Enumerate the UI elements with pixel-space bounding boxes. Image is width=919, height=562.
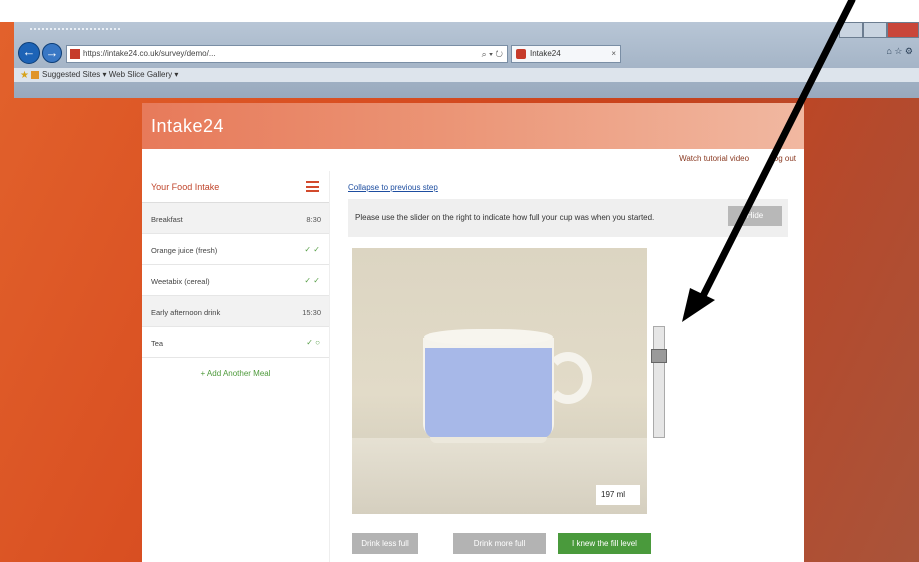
instruction-text: Please use the slider on the right to in… [355, 213, 655, 222]
meal-item-breakfast[interactable]: Breakfast 8:30 [142, 203, 329, 234]
instruction-box: Please use the slider on the right to in… [348, 199, 788, 237]
meal-name: Breakfast [151, 215, 183, 224]
tab-title: Intake24 [530, 49, 561, 58]
app-header: Intake24 [142, 103, 804, 149]
tab-close-icon[interactable]: × [611, 46, 616, 62]
tutorial-video-link[interactable]: Watch tutorial video [679, 154, 749, 163]
food-name: Tea [151, 339, 164, 348]
cup-fill-level [425, 348, 552, 438]
favorites-links[interactable]: Suggested Sites ▾ Web Slice Gallery ▾ [42, 70, 178, 79]
food-name: Weetabix (cereal) [151, 277, 210, 286]
logout-link[interactable]: Log out [769, 154, 796, 163]
drink-more-full-button[interactable]: Drink more full [453, 533, 546, 554]
portion-size-panel: Collapse to previous step Please use the… [348, 171, 788, 562]
slider-handle[interactable] [651, 349, 667, 363]
site-favicon [70, 49, 80, 59]
food-item-tea[interactable]: Tea ✓ ○ [142, 327, 329, 358]
food-item-weetabix[interactable]: Weetabix (cereal) ✓ ✓ [142, 265, 329, 296]
volume-readout: 197 ml [596, 485, 640, 505]
browser-tools-icons[interactable]: ⌂ ☆ ⚙ [886, 46, 913, 57]
meal-time: 15:30 [302, 308, 321, 317]
tab-favicon [516, 49, 526, 59]
search-refresh-icon[interactable]: ⌕ ▾ ↻ [482, 46, 503, 62]
fill-level-slider[interactable] [651, 326, 667, 438]
title-bar [14, 22, 919, 40]
sidebar-title: Your Food Intake [151, 182, 220, 192]
cup-rim [424, 329, 553, 345]
address-row: ← → https://intake24.co.uk/survey/demo/.… [14, 40, 919, 68]
meal-name: Early afternoon drink [151, 308, 221, 317]
window-controls [839, 22, 919, 38]
back-button[interactable]: ← [18, 42, 40, 64]
in-progress-icon: ✓ ○ [306, 338, 320, 347]
drink-less-full-button[interactable]: Drink less full [352, 533, 418, 554]
food-intake-sidebar: Your Food Intake Breakfast 8:30 Orange j… [142, 171, 330, 562]
title-bar-grip [30, 28, 120, 32]
favorites-bar: ★ Suggested Sites ▾ Web Slice Gallery ▾ [14, 68, 919, 82]
food-name: Orange juice (fresh) [151, 246, 218, 255]
completed-check-icon: ✓ ✓ [304, 245, 320, 254]
sidebar-header: Your Food Intake [142, 171, 329, 203]
browser-chrome: ← → https://intake24.co.uk/survey/demo/.… [14, 22, 919, 98]
completed-check-icon: ✓ ✓ [304, 276, 320, 285]
top-margin [0, 0, 919, 22]
suggested-sites-icon [31, 71, 39, 79]
browser-tab[interactable]: Intake24 × [511, 45, 621, 63]
meal-time: 8:30 [306, 215, 321, 224]
confirm-fill-button[interactable]: I knew the fill level [558, 533, 651, 554]
top-links: Watch tutorial video Log out [661, 154, 796, 163]
cup-base [430, 437, 547, 443]
favorites-star-icon[interactable]: ★ [20, 69, 29, 83]
close-window-button[interactable] [887, 22, 919, 38]
address-url: https://intake24.co.uk/survey/demo/... [83, 49, 216, 58]
brand-logo[interactable]: Intake24 [151, 116, 224, 137]
menu-icon[interactable] [306, 181, 319, 192]
maximize-button[interactable] [863, 22, 887, 38]
food-item-orange-juice[interactable]: Orange juice (fresh) ✓ ✓ [142, 234, 329, 265]
minimize-button[interactable] [839, 22, 863, 38]
address-bar[interactable]: https://intake24.co.uk/survey/demo/... ⌕… [66, 45, 508, 63]
cup-photo: 197 ml [352, 248, 647, 514]
hide-button[interactable]: Hide [728, 206, 782, 226]
forward-button[interactable]: → [42, 43, 62, 63]
add-meal-link[interactable]: + Add Another Meal [142, 369, 329, 378]
collapse-link[interactable]: Collapse to previous step [348, 183, 438, 192]
meal-item-afternoon-drink[interactable]: Early afternoon drink 15:30 [142, 296, 329, 327]
survey-page: Intake24 Watch tutorial video Log out Yo… [142, 103, 804, 562]
